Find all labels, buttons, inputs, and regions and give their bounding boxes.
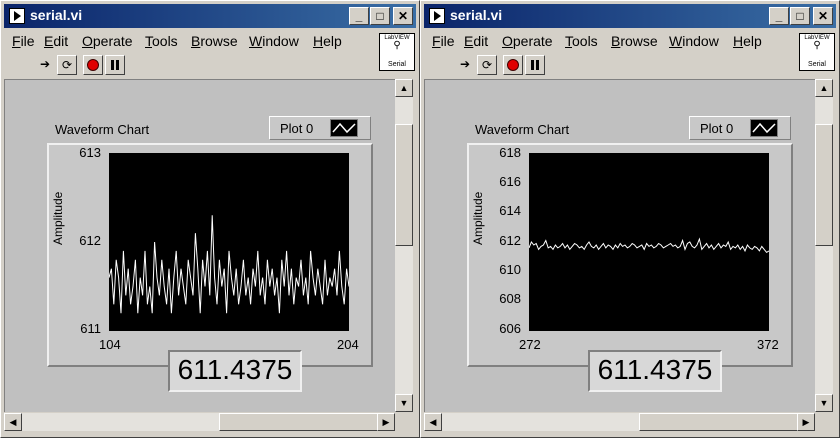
menu-file[interactable]: File xyxy=(12,33,35,49)
y-tick-label: 618 xyxy=(499,145,521,160)
minimize-button[interactable]: _ xyxy=(769,7,789,25)
y-axis-label: Amplitude xyxy=(471,191,485,245)
plot-area xyxy=(108,153,350,331)
window-title: serial.vi xyxy=(30,7,83,23)
menu-edit[interactable]: Edit xyxy=(44,33,68,49)
menu-edit[interactable]: Edit xyxy=(464,33,488,49)
vi-icon-bottom-text: Serial xyxy=(388,61,406,68)
window-right: serial.vi _ □ ✕ File Edit Operate Tools … xyxy=(420,0,840,438)
scroll-up-icon[interactable]: ▲ xyxy=(815,79,833,97)
serial-port-icon: ⚲ xyxy=(813,40,821,51)
waveform-chart: Amplitude 618 616 614 612 610 608 606 27… xyxy=(467,143,793,367)
scroll-up-icon[interactable]: ▲ xyxy=(395,79,413,97)
menu-window[interactable]: Window xyxy=(669,33,719,49)
scroll-down-icon[interactable]: ▼ xyxy=(815,394,833,412)
y-tick-label: 610 xyxy=(499,262,521,277)
y-tick-label: 613 xyxy=(79,145,101,160)
scroll-thumb[interactable] xyxy=(815,124,833,246)
digital-display: 611.4375 xyxy=(168,350,302,392)
maximize-button[interactable]: □ xyxy=(370,7,390,25)
vertical-scrollbar[interactable]: ▲ ▼ xyxy=(395,79,413,412)
scroll-thumb[interactable] xyxy=(639,413,799,431)
legend-label: Plot 0 xyxy=(700,121,734,136)
y-tick-label: 612 xyxy=(499,233,521,248)
chart-label: Waveform Chart xyxy=(55,122,150,137)
x-tick-label: 372 xyxy=(757,337,779,352)
y-tick-label: 614 xyxy=(499,203,521,218)
labview-app-icon xyxy=(9,8,25,24)
pause-button[interactable] xyxy=(525,55,545,75)
close-button[interactable]: ✕ xyxy=(813,7,833,25)
horizontal-scrollbar[interactable]: ◀ ▶ xyxy=(424,413,815,431)
y-tick-label: 606 xyxy=(499,321,521,336)
scroll-down-icon[interactable]: ▼ xyxy=(395,394,413,412)
minimize-button[interactable]: _ xyxy=(349,7,369,25)
menu-help[interactable]: Help xyxy=(733,33,762,49)
menu-file[interactable]: File xyxy=(432,33,455,49)
serial-port-icon: ⚲ xyxy=(393,40,401,51)
run-continuously-icon[interactable]: ⟳ xyxy=(477,55,497,75)
menu-operate[interactable]: Operate xyxy=(502,33,553,49)
y-tick-label: 616 xyxy=(499,174,521,189)
y-axis-label: Amplitude xyxy=(51,191,65,245)
scroll-left-icon[interactable]: ◀ xyxy=(424,413,442,431)
waveform-chart: Amplitude 613 612 611 104 204 xyxy=(47,143,373,367)
front-panel: Waveform Chart Plot 0 Amplitude 618 616 … xyxy=(424,79,815,412)
window-left: serial.vi _ □ ✕ File Edit Operate Tools … xyxy=(0,0,420,438)
scroll-right-icon[interactable]: ▶ xyxy=(797,413,815,431)
menu-tools[interactable]: Tools xyxy=(565,33,598,49)
menu-tools[interactable]: Tools xyxy=(145,33,178,49)
abort-execution-button[interactable] xyxy=(83,55,103,75)
abort-execution-button[interactable] xyxy=(503,55,523,75)
y-tick-label: 608 xyxy=(499,291,521,306)
y-tick-label: 612 xyxy=(79,233,101,248)
close-button[interactable]: ✕ xyxy=(393,7,413,25)
horizontal-scrollbar[interactable]: ◀ ▶ xyxy=(4,413,395,431)
pause-button[interactable] xyxy=(105,55,125,75)
legend-swatch-icon xyxy=(330,119,358,137)
scroll-right-icon[interactable]: ▶ xyxy=(377,413,395,431)
title-bar[interactable]: serial.vi _ □ ✕ xyxy=(4,4,416,28)
x-tick-label: 272 xyxy=(519,337,541,352)
scroll-thumb[interactable] xyxy=(219,413,379,431)
scroll-left-icon[interactable]: ◀ xyxy=(4,413,22,431)
x-tick-label: 204 xyxy=(337,337,359,352)
vi-icon[interactable]: LabVIEW ⚲ Serial xyxy=(379,33,415,71)
run-arrow-icon[interactable]: ➔ xyxy=(455,55,475,75)
plot-svg xyxy=(108,215,350,314)
legend-label: Plot 0 xyxy=(280,121,314,136)
series-line xyxy=(108,215,350,314)
legend-swatch-icon xyxy=(750,119,778,137)
run-continuously-icon[interactable]: ⟳ xyxy=(57,55,77,75)
title-bar[interactable]: serial.vi _ □ ✕ xyxy=(424,4,836,28)
series-line xyxy=(528,237,770,254)
chart-label: Waveform Chart xyxy=(475,122,570,137)
y-tick-label: 611 xyxy=(80,321,101,336)
menu-browse[interactable]: Browse xyxy=(191,33,238,49)
menu-browse[interactable]: Browse xyxy=(611,33,658,49)
menu-help[interactable]: Help xyxy=(313,33,342,49)
labview-app-icon xyxy=(429,8,445,24)
plot-area xyxy=(528,153,770,331)
run-arrow-icon[interactable]: ➔ xyxy=(35,55,55,75)
plot-legend[interactable]: Plot 0 xyxy=(689,116,791,140)
menu-operate[interactable]: Operate xyxy=(82,33,133,49)
vertical-scrollbar[interactable]: ▲ ▼ xyxy=(815,79,833,412)
front-panel: Waveform Chart Plot 0 Amplitude 613 612 … xyxy=(4,79,395,412)
plot-legend[interactable]: Plot 0 xyxy=(269,116,371,140)
menu-window[interactable]: Window xyxy=(249,33,299,49)
maximize-button[interactable]: □ xyxy=(790,7,810,25)
x-tick-label: 104 xyxy=(99,337,121,352)
vi-icon[interactable]: LabVIEW ⚲ Serial xyxy=(799,33,835,71)
digital-display: 611.4375 xyxy=(588,350,722,392)
plot-svg xyxy=(528,237,770,254)
scroll-thumb[interactable] xyxy=(395,124,413,246)
vi-icon-bottom-text: Serial xyxy=(808,61,826,68)
menu-bar: File Edit Operate Tools Browse Window He… xyxy=(424,30,796,52)
menu-bar: File Edit Operate Tools Browse Window He… xyxy=(4,30,376,52)
window-title: serial.vi xyxy=(450,7,503,23)
